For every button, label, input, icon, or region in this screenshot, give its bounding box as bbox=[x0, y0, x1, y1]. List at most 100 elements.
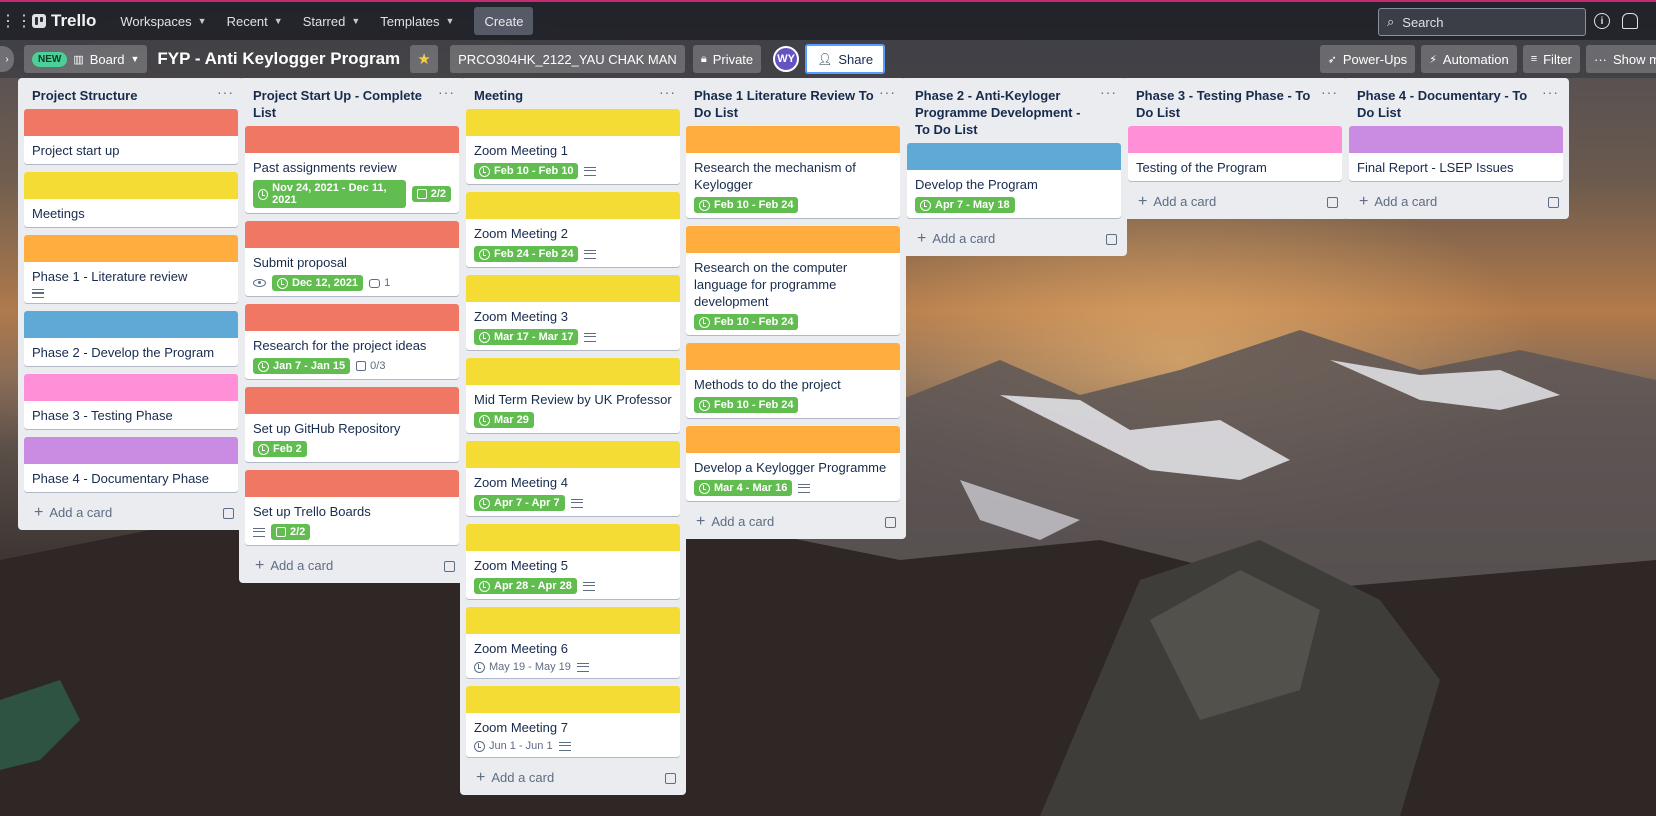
card[interactable]: Zoom Meeting 4 Apr 7 - Apr 7 bbox=[466, 441, 680, 516]
search-input[interactable]: ⌕ Search bbox=[1378, 8, 1586, 36]
list-menu-icon[interactable]: ··· bbox=[1321, 85, 1338, 99]
card[interactable]: Project start up bbox=[24, 109, 238, 164]
list-menu-icon[interactable]: ··· bbox=[217, 85, 234, 99]
card[interactable]: Phase 1 - Literature review bbox=[24, 235, 238, 303]
due-date-badge[interactable]: Feb 10 - Feb 10 bbox=[474, 163, 579, 179]
show-menu-button[interactable]: ··· Show menu bbox=[1586, 45, 1656, 73]
share-button[interactable]: 👤︎ Share bbox=[805, 44, 886, 74]
card[interactable]: Final Report - LSEP Issues bbox=[1349, 126, 1563, 181]
due-date-badge[interactable]: Apr 7 - Apr 7 bbox=[474, 495, 565, 511]
due-date-badge[interactable]: Jan 7 - Jan 15 bbox=[253, 358, 351, 374]
nav-workspaces[interactable]: Workspaces ▼ bbox=[110, 5, 216, 37]
card[interactable]: Submit proposal Dec 12, 2021 1 bbox=[245, 221, 459, 296]
power-ups-button[interactable]: ➶ Power-Ups bbox=[1319, 45, 1416, 73]
card[interactable]: Phase 3 - Testing Phase bbox=[24, 374, 238, 429]
list-menu-icon[interactable]: ··· bbox=[1542, 85, 1559, 99]
card-template-icon[interactable] bbox=[665, 772, 676, 784]
nav-recent[interactable]: Recent ▼ bbox=[217, 5, 293, 37]
list-title[interactable]: Phase 2 - Anti-Keyloger Programme Develo… bbox=[915, 87, 1095, 138]
card[interactable]: Develop a Keylogger Programme Mar 4 - Mar… bbox=[686, 426, 900, 501]
card[interactable]: Zoom Meeting 6 May 19 - May 19 bbox=[466, 607, 680, 678]
card[interactable]: Meetings bbox=[24, 172, 238, 227]
list-header[interactable]: Project Start Up - Complete List ··· bbox=[239, 78, 465, 126]
due-date-badge[interactable]: Apr 28 - Apr 28 bbox=[474, 578, 577, 594]
automation-button[interactable]: ⚡︎ Automation bbox=[1421, 45, 1517, 73]
card[interactable]: Phase 2 - Develop the Program bbox=[24, 311, 238, 366]
add-card-button[interactable]: + Add a card bbox=[1122, 189, 1348, 211]
visibility-button[interactable]: 🔒︎ Private bbox=[692, 45, 762, 73]
create-button[interactable]: Create bbox=[474, 7, 534, 35]
due-date-badge[interactable]: Feb 24 - Feb 24 bbox=[474, 246, 579, 262]
list-header[interactable]: Phase 3 - Testing Phase - To Do List ··· bbox=[1122, 78, 1348, 126]
list-title[interactable]: Project Structure bbox=[32, 87, 212, 104]
workspace-button[interactable]: PRCO304HK_2122_YAU CHAK MAN bbox=[450, 45, 685, 73]
due-date-badge[interactable]: Mar 4 - Mar 16 bbox=[694, 480, 793, 496]
card[interactable]: Zoom Meeting 3 Mar 17 - Mar 17 bbox=[466, 275, 680, 350]
due-date-badge[interactable]: Feb 10 - Feb 24 bbox=[694, 314, 799, 330]
list-header[interactable]: Phase 2 - Anti-Keyloger Programme Develo… bbox=[901, 78, 1127, 143]
card[interactable]: Research the mechanism of Keylogger Feb 1… bbox=[686, 126, 900, 218]
list-title[interactable]: Phase 4 - Documentary - To Do List bbox=[1357, 87, 1537, 121]
add-card-button[interactable]: + Add a card bbox=[18, 500, 244, 522]
card[interactable]: Testing of the Program bbox=[1128, 126, 1342, 181]
card-template-icon[interactable] bbox=[1327, 196, 1338, 208]
sidebar-expand-icon[interactable]: › bbox=[0, 46, 14, 72]
notification-bell-icon[interactable] bbox=[1622, 13, 1638, 29]
list-title[interactable]: Phase 3 - Testing Phase - To Do List bbox=[1136, 87, 1316, 121]
due-date-badge[interactable]: Feb 10 - Feb 24 bbox=[694, 197, 799, 213]
card[interactable]: Research on the computer language for pr… bbox=[686, 226, 900, 335]
list-menu-icon[interactable]: ··· bbox=[659, 85, 676, 99]
add-card-button[interactable]: + Add a card bbox=[460, 765, 686, 787]
due-date-badge[interactable]: Feb 10 - Feb 24 bbox=[694, 397, 799, 413]
card-template-icon[interactable] bbox=[444, 560, 455, 572]
add-card-button[interactable]: + Add a card bbox=[901, 226, 1127, 248]
card-template-icon[interactable] bbox=[1106, 233, 1117, 245]
list-menu-icon[interactable]: ··· bbox=[1100, 85, 1117, 99]
list-header[interactable]: Phase 1 Literature Review To Do List ··· bbox=[680, 78, 906, 126]
apps-grid-icon[interactable]: ⋮⋮ bbox=[0, 9, 32, 33]
member-avatar[interactable]: WY bbox=[773, 46, 800, 72]
card[interactable]: Set up Trello Boards 2/2 bbox=[245, 470, 459, 545]
card[interactable]: Phase 4 - Documentary Phase bbox=[24, 437, 238, 492]
board-view-switcher[interactable]: NEW ▥ Board ▼ bbox=[24, 45, 148, 73]
list-header[interactable]: Meeting ··· bbox=[460, 78, 686, 109]
trello-logo[interactable]: Trello bbox=[32, 11, 96, 31]
due-date-badge[interactable]: May 19 - May 19 bbox=[474, 661, 571, 673]
card[interactable]: Zoom Meeting 1 Feb 10 - Feb 10 bbox=[466, 109, 680, 184]
info-icon[interactable]: i bbox=[1594, 13, 1610, 29]
nav-templates[interactable]: Templates ▼ bbox=[370, 5, 464, 37]
list-header[interactable]: Project Structure ··· bbox=[18, 78, 244, 109]
card-template-icon[interactable] bbox=[1548, 196, 1559, 208]
list-menu-icon[interactable]: ··· bbox=[438, 85, 455, 99]
card-template-icon[interactable] bbox=[885, 516, 896, 528]
card[interactable]: Past assignments review Nov 24, 2021 - De… bbox=[245, 126, 459, 213]
add-card-button[interactable]: + Add a card bbox=[680, 509, 906, 531]
due-date-badge[interactable]: Apr 7 - May 18 bbox=[915, 197, 1015, 213]
filter-button[interactable]: ≡ Filter bbox=[1522, 45, 1580, 73]
add-card-button[interactable]: + Add a card bbox=[1343, 189, 1569, 211]
due-date-badge[interactable]: Mar 29 bbox=[474, 412, 534, 428]
card[interactable]: Mid Term Review by UK Professor Mar 29 bbox=[466, 358, 680, 433]
board-title[interactable]: FYP - Anti Keylogger Program bbox=[147, 49, 410, 69]
card[interactable]: Methods to do the project Feb 10 - Feb 24 bbox=[686, 343, 900, 418]
due-date-badge[interactable]: Dec 12, 2021 bbox=[272, 275, 364, 291]
card[interactable]: Zoom Meeting 2 Feb 24 - Feb 24 bbox=[466, 192, 680, 267]
card[interactable]: Set up GitHub Repository Feb 2 bbox=[245, 387, 459, 462]
due-date-badge[interactable]: Jun 1 - Jun 1 bbox=[474, 740, 553, 752]
nav-starred[interactable]: Starred ▼ bbox=[293, 5, 371, 37]
due-date-badge[interactable]: Nov 24, 2021 - Dec 11, 2021 bbox=[253, 180, 406, 208]
card[interactable]: Develop the Program Apr 7 - May 18 bbox=[907, 143, 1121, 218]
card-template-icon[interactable] bbox=[223, 507, 234, 519]
list-title[interactable]: Project Start Up - Complete List bbox=[253, 87, 433, 121]
card[interactable]: Zoom Meeting 7 Jun 1 - Jun 1 bbox=[466, 686, 680, 757]
list-title[interactable]: Meeting bbox=[474, 87, 654, 104]
star-board-icon[interactable]: ★ bbox=[410, 45, 439, 73]
add-card-button[interactable]: + Add a card bbox=[239, 553, 465, 575]
due-date-badge[interactable]: Feb 2 bbox=[253, 441, 307, 457]
list-menu-icon[interactable]: ··· bbox=[879, 85, 896, 99]
due-date-badge[interactable]: Mar 17 - Mar 17 bbox=[474, 329, 579, 345]
list-title[interactable]: Phase 1 Literature Review To Do List bbox=[694, 87, 874, 121]
card[interactable]: Zoom Meeting 5 Apr 28 - Apr 28 bbox=[466, 524, 680, 599]
card[interactable]: Research for the project ideas Jan 7 - Ja… bbox=[245, 304, 459, 379]
list-header[interactable]: Phase 4 - Documentary - To Do List ··· bbox=[1343, 78, 1569, 126]
